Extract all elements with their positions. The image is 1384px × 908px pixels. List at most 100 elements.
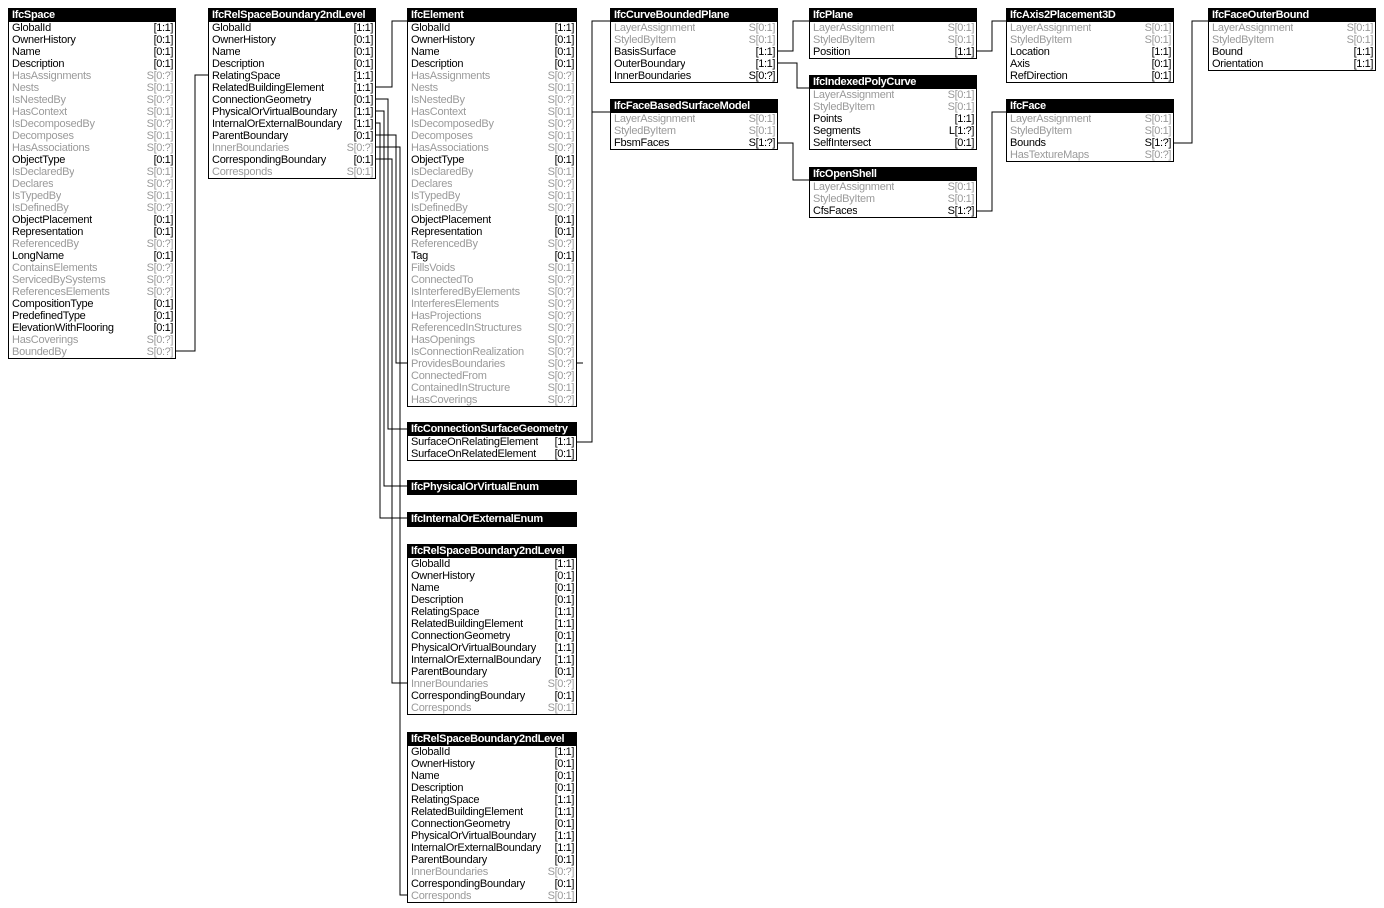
attribute-row: PhysicalOrVirtualBoundary [1:1]	[209, 106, 375, 118]
attribute-cardinality: S[0:1]	[547, 166, 575, 178]
attribute-cardinality: S[0:?]	[547, 274, 575, 286]
attribute-cardinality: [0:1]	[554, 226, 575, 238]
attribute-name: ReferencedInStructures	[411, 322, 522, 334]
attribute-cardinality: S[0:?]	[1144, 149, 1172, 161]
attribute-name: ConnectedTo	[411, 274, 474, 286]
attribute-cardinality: S[0:?]	[146, 94, 174, 106]
attribute-cardinality: [1:1]	[554, 794, 575, 806]
attribute-row: Nests S[0:1]	[9, 82, 175, 94]
attribute-row: Orientation [1:1]	[1209, 58, 1375, 70]
attribute-cardinality: S[0:?]	[547, 202, 575, 214]
attribute-name: OwnerHistory	[411, 758, 475, 770]
attribute-name: HasCoverings	[411, 394, 478, 406]
attribute-name: GlobalId	[411, 22, 450, 34]
attribute-name: Bounds	[1010, 137, 1046, 149]
attribute-cardinality: [0:1]	[353, 34, 374, 46]
entity-box-openshell[interactable]: IfcOpenShell LayerAssignment S[0:1] StyledB…	[809, 167, 977, 218]
attribute-row: Declares S[0:?]	[408, 178, 576, 190]
attribute-name: OwnerHistory	[212, 34, 276, 46]
attribute-row: HasContext S[0:1]	[9, 106, 175, 118]
attribute-name: Tag	[411, 250, 428, 262]
attribute-cardinality: S[0:1]	[748, 125, 776, 137]
attribute-name: ObjectPlacement	[12, 214, 93, 226]
entity-box-axis2placement3d[interactable]: IfcAxis2Placement3D LayerAssignment S[0:1]…	[1006, 8, 1174, 83]
attribute-cardinality: S[0:?]	[547, 298, 575, 310]
attribute-name: Position	[813, 46, 851, 58]
entity-box-ifcspace[interactable]: IfcSpace GlobalId [1:1] OwnerHistory [0:1] Na…	[8, 8, 176, 359]
attribute-name: LayerAssignment	[614, 113, 696, 125]
entity-box-ifcplane[interactable]: IfcPlane LayerAssignment S[0:1] StyledByIte…	[809, 8, 977, 59]
entity-title-relsb-mid: IfcRelSpaceBoundary2ndLevel	[408, 545, 576, 558]
entity-box-relsb-top[interactable]: IfcRelSpaceBoundary2ndLevel GlobalId [1:1]…	[208, 8, 376, 179]
attribute-name: FillsVoids	[411, 262, 455, 274]
entity-title-connsurfgeom: IfcConnectionSurfaceGeometry	[408, 423, 576, 436]
attribute-cardinality: S[0:1]	[346, 166, 374, 178]
attribute-row: IsDecomposedBy S[0:?]	[408, 118, 576, 130]
entity-title-intextenum: IfcInternalOrExternalEnum	[408, 513, 576, 526]
attribute-cardinality: S[0:?]	[146, 70, 174, 82]
attribute-row: StyledByItem S[0:1]	[810, 193, 976, 205]
attribute-name: Decomposes	[12, 130, 74, 142]
attribute-list-ifcface: LayerAssignment S[0:1] StyledByItem S[0:1] B…	[1007, 113, 1173, 161]
attribute-row: PhysicalOrVirtualBoundary [1:1]	[408, 830, 576, 842]
attribute-name: Location	[1010, 46, 1050, 58]
attribute-cardinality: [1:1]	[554, 22, 575, 34]
attribute-cardinality: L[1:?]	[948, 125, 975, 137]
attribute-cardinality: S[0:1]	[547, 262, 575, 274]
entity-box-indexedpolycurve[interactable]: IfcIndexedPolyCurve LayerAssignment S[0:1]…	[809, 75, 977, 150]
attribute-row: Position [1:1]	[810, 46, 976, 58]
entity-box-faceouterbound[interactable]: IfcFaceOuterBound LayerAssignment S[0:1] St…	[1208, 8, 1376, 71]
attribute-name: RelatedBuildingElement	[212, 82, 324, 94]
attribute-name: ParentBoundary	[411, 854, 487, 866]
attribute-cardinality: [1:1]	[153, 22, 174, 34]
attribute-name: StyledByItem	[614, 125, 676, 137]
attribute-cardinality: [0:1]	[554, 34, 575, 46]
connector-correspondingboundary-innerboundaries	[376, 158, 407, 684]
attribute-name: HasAssociations	[12, 142, 90, 154]
entity-box-intextenum[interactable]: IfcInternalOrExternalEnum	[407, 512, 577, 527]
attribute-cardinality: S[0:1]	[146, 130, 174, 142]
diagram-canvas: IfcSpace GlobalId [1:1] OwnerHistory [0:1] Na…	[0, 0, 1384, 908]
attribute-cardinality: [0:1]	[554, 878, 575, 890]
attribute-name: HasOpenings	[411, 334, 475, 346]
attribute-cardinality: [0:1]	[153, 322, 174, 334]
attribute-name: Corresponds	[411, 702, 472, 714]
entity-box-facebasedsurfacemodel[interactable]: IfcFaceBasedSurfaceModel LayerAssignment S…	[610, 99, 778, 150]
entity-box-ifcface[interactable]: IfcFace LayerAssignment S[0:1] StyledByItem…	[1006, 99, 1174, 162]
attribute-row: ParentBoundary [0:1]	[408, 666, 576, 678]
attribute-cardinality: S[0:?]	[146, 274, 174, 286]
entity-box-connsurfgeom[interactable]: IfcConnectionSurfaceGeometry SurfaceOnRel…	[407, 422, 577, 461]
entity-box-relsb-bot[interactable]: IfcRelSpaceBoundary2ndLevel GlobalId [1:1]…	[407, 732, 577, 903]
entity-title-openshell: IfcOpenShell	[810, 168, 976, 181]
entity-box-ifcelement[interactable]: IfcElement GlobalId [1:1] OwnerHistory [0:1]…	[407, 8, 577, 407]
attribute-row: InternalOrExternalBoundary [1:1]	[408, 654, 576, 666]
attribute-cardinality: S[0:?]	[547, 678, 575, 690]
attribute-row: GlobalId [1:1]	[408, 558, 576, 570]
attribute-name: Description	[12, 58, 65, 70]
attribute-cardinality: S[0:1]	[547, 82, 575, 94]
entity-box-relsb-mid[interactable]: IfcRelSpaceBoundary2ndLevel GlobalId [1:1]…	[407, 544, 577, 715]
attribute-name: IsDefinedBy	[12, 202, 69, 214]
attribute-cardinality: S[0:1]	[547, 130, 575, 142]
entity-box-curveboundedplane[interactable]: IfcCurveBoundedPlane LayerAssignment S[0:1…	[610, 8, 778, 83]
attribute-name: Description	[411, 782, 464, 794]
attribute-row: LayerAssignment S[0:1]	[1209, 22, 1375, 34]
attribute-row: Corresponds S[0:1]	[408, 702, 576, 714]
entity-box-physvirtenum[interactable]: IfcPhysicalOrVirtualEnum	[407, 480, 577, 495]
attribute-cardinality: S[0:1]	[947, 193, 975, 205]
attribute-row: InternalOrExternalBoundary [1:1]	[408, 842, 576, 854]
attribute-row: HasOpenings S[0:?]	[408, 334, 576, 346]
attribute-row: GlobalId [1:1]	[408, 22, 576, 34]
attribute-name: ParentBoundary	[411, 666, 487, 678]
attribute-cardinality: S[0:?]	[547, 118, 575, 130]
attribute-name: Name	[12, 46, 41, 58]
attribute-name: LayerAssignment	[813, 181, 895, 193]
attribute-name: ParentBoundary	[212, 130, 288, 142]
entity-title-indexedpolycurve: IfcIndexedPolyCurve	[810, 76, 976, 89]
attribute-row: Decomposes S[0:1]	[9, 130, 175, 142]
attribute-cardinality: S[0:1]	[748, 113, 776, 125]
attribute-name: ConnectedFrom	[411, 370, 487, 382]
attribute-cardinality: [1:1]	[554, 806, 575, 818]
attribute-name: ObjectType	[411, 154, 465, 166]
attribute-row: GlobalId [1:1]	[9, 22, 175, 34]
